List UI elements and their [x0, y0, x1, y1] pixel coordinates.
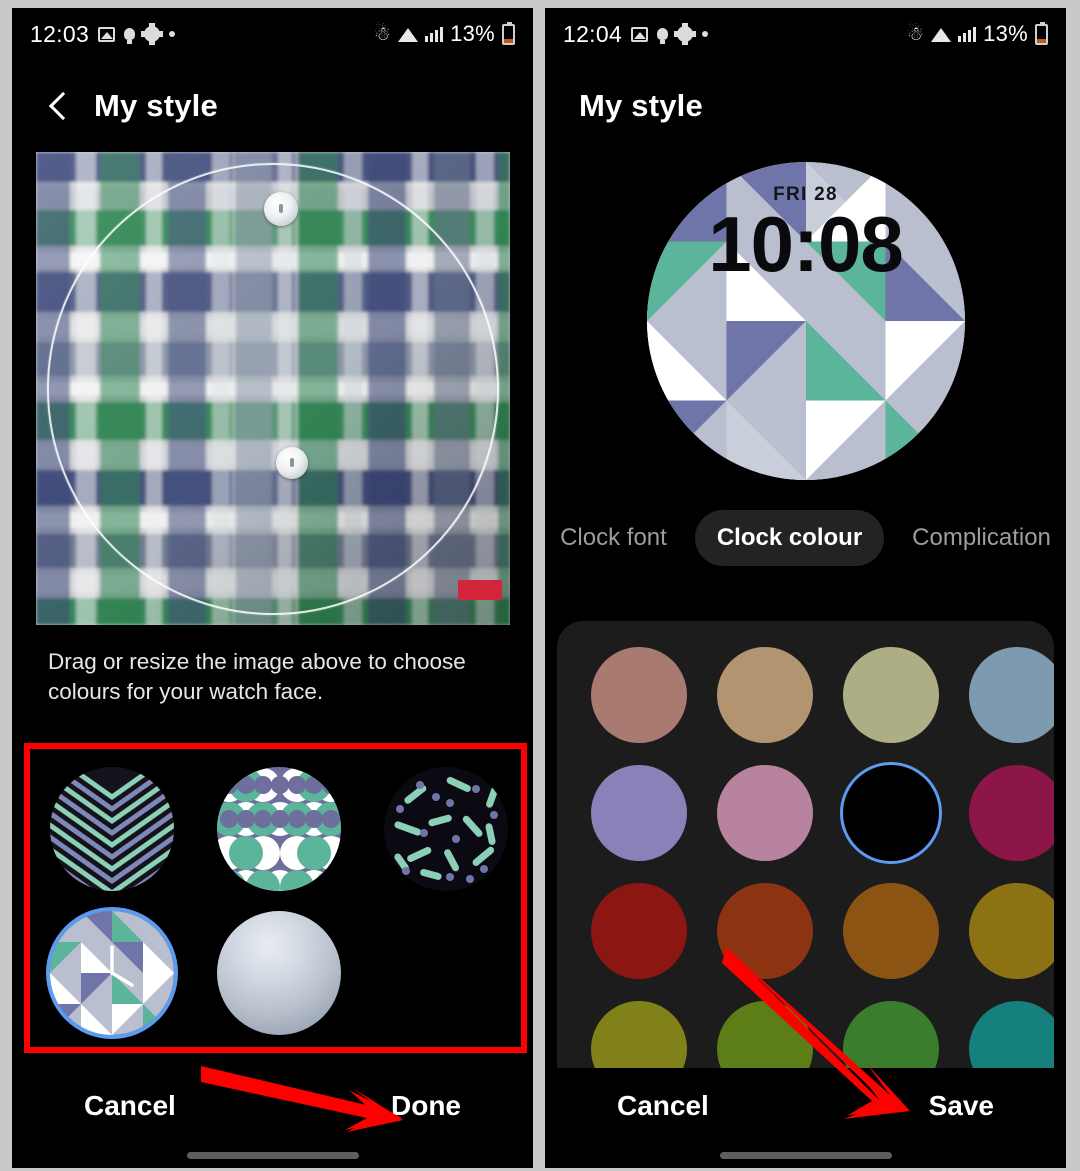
cancel-button[interactable]: Cancel	[84, 1090, 176, 1122]
bulb-icon	[657, 28, 669, 44]
status-bar-left: 12:03 ☃ 13%	[12, 8, 533, 60]
wifi-icon	[931, 27, 952, 42]
tab-clock-font[interactable]: Clock font	[545, 510, 689, 566]
colour-swatch-3[interactable]	[969, 647, 1054, 743]
colour-picker-sheet	[557, 621, 1054, 1068]
bottom-bar-right: Cancel Save	[545, 1068, 1066, 1168]
phone-screen-right: 12:04 ☃ 13% My style FRI 28 10:08 Clock …	[545, 8, 1066, 1168]
battery-icon	[1035, 21, 1048, 45]
bottom-bar-left: Cancel Done	[12, 1068, 533, 1168]
colour-swatch-2[interactable]	[843, 647, 939, 743]
gear-icon	[674, 23, 697, 45]
status-bar-left-group: 12:03	[30, 20, 176, 48]
chevron-left-icon[interactable]	[46, 94, 70, 118]
colour-swatch-0[interactable]	[591, 647, 687, 743]
watch-style-thumbnail-grid	[24, 743, 527, 1053]
colour-swatch-15[interactable]	[969, 1001, 1054, 1068]
battery-percent: 13%	[450, 21, 495, 46]
signal-icon	[958, 26, 977, 42]
colour-swatch-14[interactable]	[843, 1001, 939, 1068]
battery-percent: 13%	[983, 21, 1028, 46]
app-header-left: My style	[12, 60, 533, 144]
photo-crop-area[interactable]	[35, 152, 510, 625]
colour-swatch-5[interactable]	[717, 765, 813, 861]
status-bar-right-group-2: ☃ 13%	[907, 21, 1048, 47]
colour-swatch-6[interactable]	[843, 765, 939, 861]
signal-icon	[425, 26, 444, 42]
photo-icon	[98, 26, 116, 42]
thumbnail-scallop-pattern[interactable]	[217, 767, 341, 891]
save-button[interactable]: Save	[929, 1090, 994, 1122]
done-button[interactable]: Done	[391, 1090, 461, 1122]
status-bar-right-group: ☃ 13%	[374, 21, 515, 47]
bluetooth-icon: ☃	[373, 23, 392, 45]
bulb-icon	[124, 28, 136, 44]
watch-face-preview[interactable]: FRI 28 10:08	[646, 162, 965, 480]
cancel-button[interactable]: Cancel	[617, 1090, 709, 1122]
nav-pill[interactable]	[186, 1152, 359, 1159]
crop-hint-text: Drag or resize the image above to choose…	[48, 649, 466, 704]
triangle-pattern-art	[50, 911, 174, 1035]
colour-swatch-13[interactable]	[717, 1001, 813, 1068]
screenshot-root: 12:03 ☃ 13% My style Drag or resize the …	[0, 0, 1080, 1171]
colour-swatch-4[interactable]	[591, 765, 687, 861]
colour-swatch-9[interactable]	[717, 883, 813, 979]
gear-icon	[141, 23, 164, 45]
thumbnail-confetti-pattern[interactable]	[384, 767, 508, 891]
nav-pill[interactable]	[719, 1152, 892, 1159]
colour-swatch-12[interactable]	[591, 1001, 687, 1068]
wifi-icon	[398, 27, 419, 42]
thumbnail-chevron-pattern[interactable]	[50, 767, 174, 891]
colour-swatch-grid	[557, 621, 1054, 1068]
confetti-pattern-art	[384, 767, 508, 891]
gradient-sphere-art	[217, 911, 341, 1035]
dot-icon	[169, 31, 176, 37]
thumbnail-gradient-sphere[interactable]	[217, 911, 341, 1035]
tab-complication[interactable]: Complication	[890, 510, 1066, 566]
status-time: 12:03	[30, 20, 90, 47]
phone-screen-left: 12:03 ☃ 13% My style Drag or resize the …	[12, 8, 533, 1168]
chevron-pattern-art	[50, 767, 174, 891]
page-title: My style	[94, 88, 218, 123]
colour-swatch-1[interactable]	[717, 647, 813, 743]
colour-swatch-8[interactable]	[591, 883, 687, 979]
bluetooth-icon: ☃	[906, 23, 925, 45]
page-title: My style	[579, 88, 703, 123]
red-label-tab	[457, 580, 502, 600]
colour-swatch-7[interactable]	[969, 765, 1054, 861]
watch-time: 10:08	[708, 200, 904, 288]
status-bar-right: 12:04 ☃ 13%	[545, 8, 1066, 60]
tab-clock-colour[interactable]: Clock colour	[694, 510, 885, 566]
status-bar-left-group-2: 12:04	[563, 20, 709, 48]
crop-circle-handle[interactable]	[46, 162, 499, 615]
scallop-pattern-art	[217, 767, 341, 891]
style-tabs: Clock font Clock colour Complication	[545, 510, 1066, 566]
thumbnail-triangle-pattern[interactable]	[50, 911, 174, 1035]
colour-swatch-10[interactable]	[843, 883, 939, 979]
dot-icon	[702, 31, 709, 37]
battery-icon	[502, 21, 515, 45]
photo-icon	[631, 26, 649, 42]
app-header-right: My style	[545, 60, 1066, 144]
colour-swatch-11[interactable]	[969, 883, 1054, 979]
status-time: 12:04	[563, 20, 623, 47]
